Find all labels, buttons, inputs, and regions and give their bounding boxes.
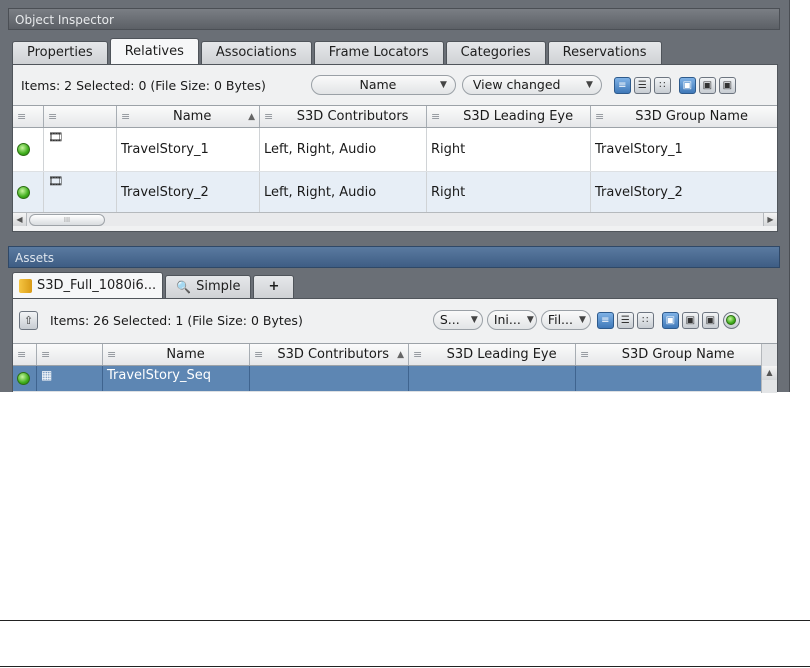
- status-online-icon: [17, 186, 30, 199]
- tab-simple[interactable]: 🔍 Simple: [165, 275, 252, 298]
- cell-contributors: [250, 366, 409, 391]
- column-icon-header[interactable]: ≡: [37, 344, 103, 365]
- object-inspector-title: Object Inspector: [8, 8, 780, 30]
- column-menu-icon[interactable]: ≡: [13, 106, 44, 127]
- filter-dropdown-2[interactable]: Ini... ▼: [486, 310, 537, 330]
- scroll-right-icon[interactable]: ▶: [763, 213, 777, 226]
- cell-name: TravelStory_Seq: [103, 366, 250, 391]
- inspector-items-count: Items: 2 Selected: 0 (File Size: 0 Bytes…: [21, 77, 266, 93]
- frame-small-icon[interactable]: ▣: [718, 76, 736, 94]
- inspector-toolbar: Items: 2 Selected: 0 (File Size: 0 Bytes…: [13, 70, 777, 100]
- table-row-selected[interactable]: ▦ TravelStory_Seq: [13, 366, 777, 392]
- assets-table: ≡ ≡ ≡ Name ≡ S3D Contributors ▲ ≡ S3D Leadin…: [13, 343, 777, 393]
- column-header-name[interactable]: ≡ Name: [103, 344, 250, 365]
- divider-line: [0, 666, 810, 667]
- list-view-icon[interactable]: ≡: [596, 311, 614, 329]
- cell-contributors: Left, Right, Audio: [260, 172, 427, 213]
- cell-leading-eye: Right: [427, 128, 591, 171]
- column-header-name[interactable]: ≡ Name ▲: [117, 106, 260, 127]
- status-online-icon: [17, 372, 30, 385]
- cell-group-name: TravelStory_1: [595, 142, 683, 157]
- sort-dropdown[interactable]: Name ▼: [310, 75, 456, 95]
- tab-reservations[interactable]: Reservations: [547, 41, 662, 64]
- detail-view-icon[interactable]: ☰: [633, 76, 651, 94]
- frame-medium-icon[interactable]: ▣: [681, 311, 699, 329]
- frame-large-icon[interactable]: ▣: [661, 311, 679, 329]
- sort-ascending-icon: ▲: [248, 111, 255, 122]
- tab-s3d-full[interactable]: S3D_Full_1080i6...: [12, 272, 164, 298]
- table-header: ≡ ≡ ≡ Name ≡ S3D Contributors ▲ ≡ S3D Leadin…: [13, 344, 777, 366]
- assets-title: Assets: [8, 246, 780, 268]
- sort-ascending-icon: ▲: [397, 349, 404, 360]
- cell-group-name: [576, 366, 761, 391]
- divider-line: [0, 620, 810, 621]
- cell-leading-eye: Right: [427, 172, 591, 213]
- sort-dropdown-value: Name: [359, 77, 397, 92]
- column-menu-icon[interactable]: ≡: [13, 344, 37, 365]
- filter-dropdown-3[interactable]: Fil... ▼: [540, 310, 591, 330]
- assets-tabs: S3D_Full_1080i6... 🔍 Simple +: [12, 272, 296, 298]
- filter-dropdown-1[interactable]: S... ▼: [432, 310, 483, 330]
- frame-medium-icon[interactable]: ▣: [698, 76, 716, 94]
- status-online-icon: [17, 143, 30, 156]
- tab-frame-locators[interactable]: Frame Locators: [313, 41, 444, 64]
- add-tab-button[interactable]: +: [253, 275, 295, 298]
- cell-name: TravelStory_1: [117, 128, 260, 171]
- table-row[interactable]: 🎞 TravelStory_1 Left, Right, Audio Right…: [13, 128, 777, 172]
- column-header-leading-eye[interactable]: ≡ S3D Leading Eye: [409, 344, 576, 365]
- refresh-status-icon[interactable]: [722, 311, 740, 329]
- tab-categories[interactable]: Categories: [445, 41, 546, 64]
- table-header: ≡ ≡ ≡ Name ▲ ≡ S3D Contributors ≡ S3D Leadin…: [13, 106, 777, 128]
- view-dropdown-value: View changed: [472, 77, 561, 92]
- relatives-table: ≡ ≡ ≡ Name ▲ ≡ S3D Contributors ≡ S3D Leadin…: [13, 105, 777, 214]
- assets-items-count: Items: 26 Selected: 1 (File Size: 0 Byte…: [50, 312, 303, 328]
- vertical-scrollbar[interactable]: ▲: [761, 344, 777, 393]
- column-header-leading-eye[interactable]: ≡ S3D Leading Eye: [427, 106, 591, 127]
- chevron-down-icon: ▼: [578, 315, 586, 325]
- tab-relatives[interactable]: Relatives: [109, 38, 199, 64]
- chevron-down-icon: ▼: [470, 315, 478, 325]
- chevron-down-icon: ▼: [526, 315, 534, 325]
- view-dropdown[interactable]: View changed ▼: [461, 75, 602, 95]
- column-header-contributors[interactable]: ≡ S3D Contributors ▲: [250, 344, 409, 365]
- horizontal-scrollbar[interactable]: ◀ III ▶: [13, 212, 777, 226]
- column-icon-header[interactable]: ≡: [44, 106, 117, 127]
- frame-large-icon[interactable]: ▣: [678, 76, 696, 94]
- sequence-grid-icon: ▦: [41, 368, 53, 382]
- table-row[interactable]: 🎞 TravelStory_2 Left, Right, Audio Right…: [13, 172, 777, 214]
- sequence-icon: 🎞: [48, 130, 64, 144]
- frame-small-icon[interactable]: ▣: [701, 311, 719, 329]
- cell-group-name: TravelStory_2: [595, 185, 683, 200]
- scroll-up-icon[interactable]: ▲: [762, 366, 777, 380]
- chevron-down-icon: ▼: [585, 80, 593, 90]
- go-up-icon[interactable]: ⇧: [19, 310, 38, 330]
- tab-associations[interactable]: Associations: [200, 41, 312, 64]
- folder-icon: [19, 278, 32, 293]
- chevron-down-icon: ▼: [439, 80, 447, 90]
- grid-view-icon[interactable]: ∷: [653, 76, 671, 94]
- inspector-tabs: Properties Relatives Associations Frame …: [12, 38, 664, 64]
- inspector-body: Items: 2 Selected: 0 (File Size: 0 Bytes…: [12, 64, 778, 232]
- tab-properties[interactable]: Properties: [12, 41, 108, 64]
- search-icon: 🔍: [176, 280, 192, 294]
- cell-leading-eye: [409, 366, 576, 391]
- scroll-thumb[interactable]: III: [29, 213, 105, 226]
- list-view-icon[interactable]: ≡: [613, 76, 631, 94]
- assets-body: ⇧ Items: 26 Selected: 1 (File Size: 0 By…: [12, 298, 778, 393]
- cell-contributors: Left, Right, Audio: [260, 128, 427, 171]
- cell-name: TravelStory_2: [117, 172, 260, 213]
- column-header-group-name[interactable]: ≡ S3D Group Name: [591, 106, 773, 127]
- assets-toolbar: ⇧ Items: 26 Selected: 1 (File Size: 0 By…: [13, 305, 777, 335]
- scroll-left-icon[interactable]: ◀: [13, 213, 27, 226]
- column-header-contributors[interactable]: ≡ S3D Contributors: [260, 106, 427, 127]
- sequence-icon: 🎞: [48, 174, 64, 188]
- grid-view-icon[interactable]: ∷: [636, 311, 654, 329]
- detail-view-icon[interactable]: ☰: [616, 311, 634, 329]
- column-header-group-name[interactable]: ≡ S3D Group Name: [576, 344, 761, 365]
- application-window: Object Inspector Properties Relatives As…: [0, 0, 790, 393]
